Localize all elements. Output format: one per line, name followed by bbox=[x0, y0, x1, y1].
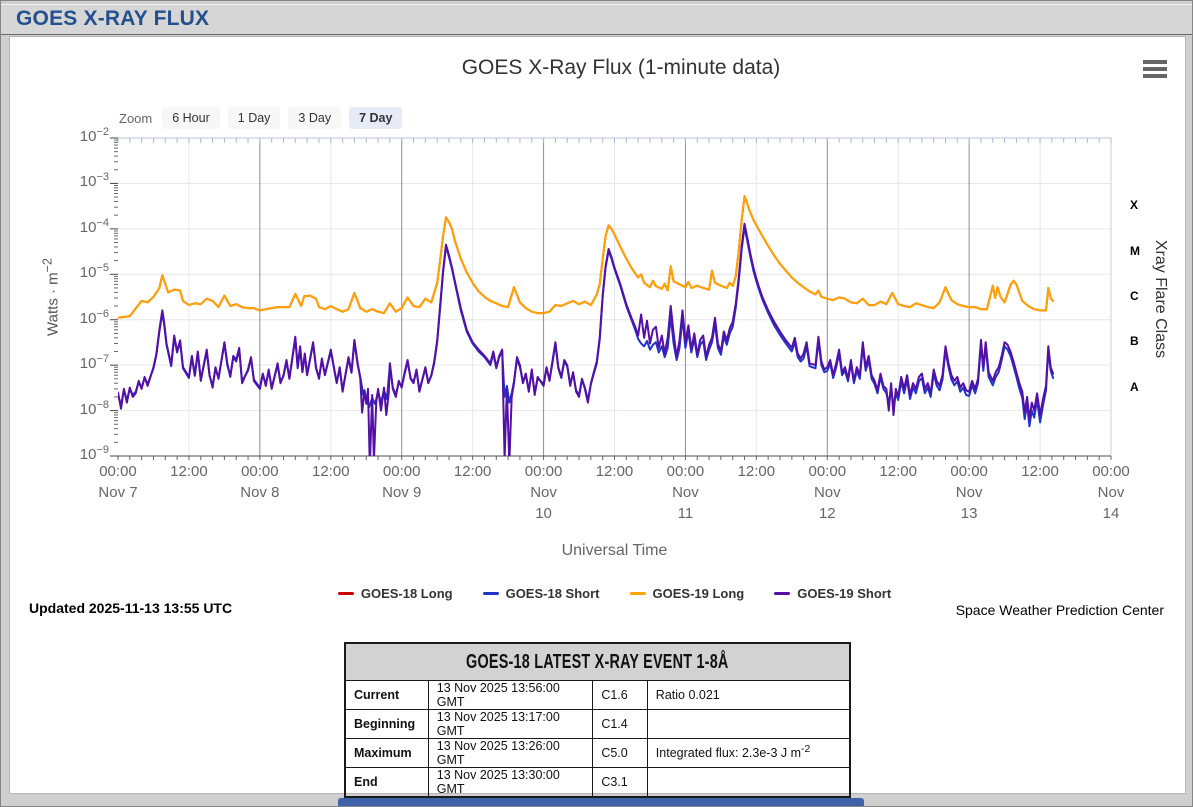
event-row-time: 13 Nov 2025 13:17:00 GMT bbox=[428, 710, 593, 739]
right-axis-title: Xray Flare Class bbox=[1151, 240, 1169, 358]
event-row-note: Ratio 0.021 bbox=[647, 681, 850, 710]
legend-item-goes19-short[interactable]: GOES-19 Short bbox=[774, 586, 891, 601]
legend-item-goes19-long[interactable]: GOES-19 Long bbox=[630, 586, 745, 601]
event-row-label: End bbox=[345, 768, 428, 798]
table-row: Maximum 13 Nov 2025 13:26:00 GMT C5.0 In… bbox=[345, 739, 850, 768]
legend-item-goes18-long[interactable]: GOES-18 Long bbox=[338, 586, 453, 601]
latest-xray-event-table: GOES-18 LATEST X-RAY EVENT 1-8Å Current … bbox=[344, 642, 851, 798]
chart-legend: GOES-18 Long GOES-18 Short GOES-19 Long … bbox=[118, 586, 1111, 601]
x-axis-title: Universal Time bbox=[118, 542, 1111, 560]
event-row-time: 13 Nov 2025 13:56:00 GMT bbox=[428, 681, 593, 710]
legend-item-goes18-short[interactable]: GOES-18 Short bbox=[483, 586, 600, 601]
next-section-peek bbox=[338, 798, 864, 807]
event-row-class: C3.1 bbox=[593, 768, 647, 798]
updated-timestamp: Updated 2025-11-13 13:55 UTC bbox=[29, 600, 232, 616]
event-row-label: Current bbox=[345, 681, 428, 710]
event-row-note bbox=[647, 768, 850, 798]
y-axis-title: Watts · m−2 bbox=[45, 258, 62, 336]
series-color-swatch bbox=[774, 592, 790, 595]
event-row-class: C5.0 bbox=[593, 739, 647, 768]
credit-text: Space Weather Prediction Center bbox=[956, 602, 1164, 618]
goes-xray-flux-page: GOES X-RAY FLUX GOES X-Ray Flux (1-minut… bbox=[0, 0, 1193, 807]
series-color-swatch bbox=[338, 592, 354, 595]
event-row-note: Integrated flux: 2.3e-3 J m-2 bbox=[647, 739, 850, 768]
series-color-swatch bbox=[630, 592, 646, 595]
event-row-label: Maximum bbox=[345, 739, 428, 768]
event-table-header: GOES-18 LATEST X-RAY EVENT 1-8Å bbox=[345, 643, 850, 681]
series-color-swatch bbox=[483, 592, 499, 595]
table-row: Current 13 Nov 2025 13:56:00 GMT C1.6 Ra… bbox=[345, 681, 850, 710]
event-row-time: 13 Nov 2025 13:30:00 GMT bbox=[428, 768, 593, 798]
event-row-label: Beginning bbox=[345, 710, 428, 739]
event-row-class: C1.4 bbox=[593, 710, 647, 739]
table-row: End 13 Nov 2025 13:30:00 GMT C3.1 bbox=[345, 768, 850, 798]
table-row: Beginning 13 Nov 2025 13:17:00 GMT C1.4 bbox=[345, 710, 850, 739]
event-row-time: 13 Nov 2025 13:26:00 GMT bbox=[428, 739, 593, 768]
event-row-class: C1.6 bbox=[593, 681, 647, 710]
event-row-note bbox=[647, 710, 850, 739]
